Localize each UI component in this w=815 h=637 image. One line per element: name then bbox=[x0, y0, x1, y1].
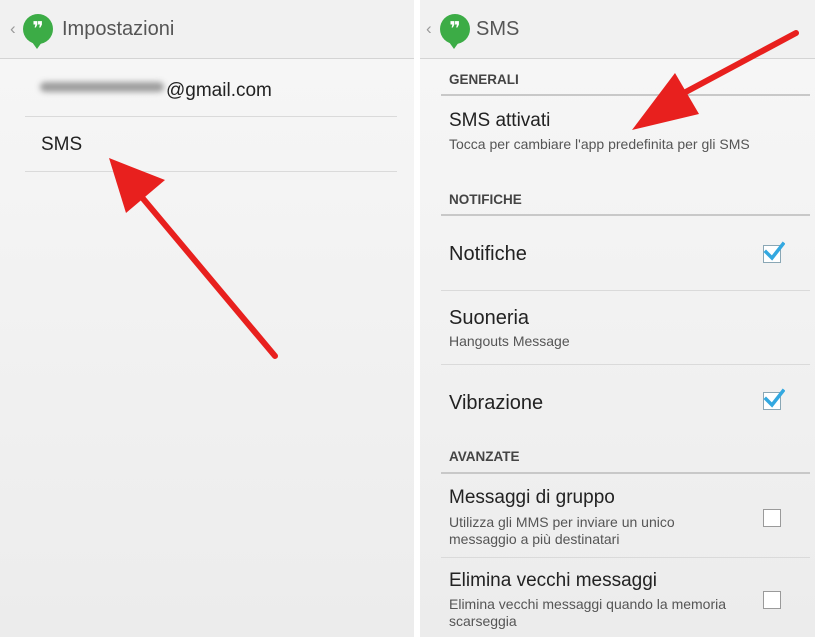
annotation-arrow-left bbox=[109, 158, 278, 359]
settings-screen: ‹ ❞ Impostazioni @gmail.com SMS bbox=[0, 0, 414, 637]
annotation-arrow-right bbox=[632, 30, 799, 130]
sms-settings-screen: ‹ ❞ SMS GENERALI SMS attivati Tocca per … bbox=[420, 0, 815, 637]
